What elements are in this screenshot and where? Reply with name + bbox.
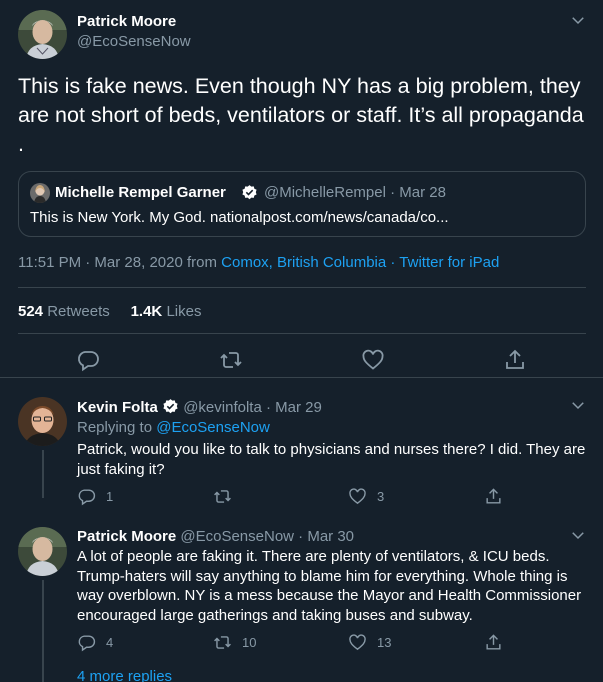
replying-handle-link[interactable]: @EcoSenseNow bbox=[156, 419, 270, 436]
quoted-meta: @MichelleRempel · Mar 28 bbox=[264, 184, 446, 201]
chevron-down-icon[interactable] bbox=[569, 526, 587, 544]
share-action[interactable] bbox=[484, 633, 503, 652]
reply-header: Patrick Moore @EcoSenseNow · Mar 30 bbox=[77, 528, 354, 545]
reply-author-avatar[interactable] bbox=[18, 527, 67, 576]
likes-count: 1.4K bbox=[130, 303, 163, 320]
tweet-meta: 11:51 PM · Mar 28, 2020 from Comox, Brit… bbox=[18, 254, 499, 271]
divider bbox=[18, 287, 586, 288]
replying-to: Replying to @EcoSenseNow bbox=[77, 419, 270, 436]
reply-count: 1 bbox=[106, 489, 114, 504]
verified-badge-icon bbox=[241, 184, 258, 201]
reply-meta: @kevinfolta · Mar 29 bbox=[183, 399, 322, 416]
retweets-count: 524 bbox=[18, 303, 44, 320]
tweet-thread-page: Patrick Moore @EcoSenseNow This is fake … bbox=[0, 0, 603, 682]
retweets-label: Retweets bbox=[47, 303, 110, 320]
chevron-down-icon[interactable] bbox=[569, 396, 587, 414]
share-icon[interactable] bbox=[503, 348, 527, 372]
timestamp: 11:51 PM · Mar 28, 2020 from bbox=[18, 254, 222, 271]
replying-prefix: Replying to bbox=[77, 419, 157, 436]
quoted-author-name: Michelle Rempel Garner bbox=[55, 184, 226, 201]
thread-line bbox=[42, 580, 44, 682]
author-avatar[interactable] bbox=[18, 10, 67, 59]
quoted-text: This is New York. My God. nationalpost.c… bbox=[30, 209, 449, 226]
retweet-count: 10 bbox=[242, 635, 257, 650]
author-handle[interactable]: @EcoSenseNow bbox=[77, 33, 191, 50]
likes-label: Likes bbox=[166, 303, 202, 320]
heart-icon bbox=[348, 633, 367, 652]
reply-meta: @EcoSenseNow · Mar 30 bbox=[180, 528, 355, 545]
reply-icon bbox=[77, 487, 96, 506]
share-icon bbox=[484, 633, 503, 652]
location-link[interactable]: Comox, British Columbia bbox=[221, 254, 386, 271]
heart-icon bbox=[348, 487, 367, 506]
tweet-text: This is fake news. Even though NY has a … bbox=[18, 74, 584, 156]
quoted-author-avatar bbox=[30, 183, 50, 203]
chevron-down-icon[interactable] bbox=[569, 11, 587, 29]
share-icon bbox=[484, 487, 503, 506]
more-replies-link[interactable]: 4 more replies bbox=[77, 668, 172, 682]
meta-separator: · bbox=[386, 254, 400, 271]
share-action[interactable] bbox=[484, 487, 503, 506]
like-count: 3 bbox=[377, 489, 385, 504]
retweet-icon bbox=[213, 487, 232, 506]
retweets-stat[interactable]: 524 Retweets bbox=[18, 303, 110, 320]
like-action[interactable]: 3 bbox=[348, 487, 384, 506]
verified-badge-icon bbox=[162, 398, 179, 415]
reply-icon bbox=[77, 633, 96, 652]
reply-text: Patrick, would you like to talk to physi… bbox=[77, 441, 586, 478]
main-tweet: Patrick Moore @EcoSenseNow This is fake … bbox=[0, 0, 603, 378]
reply-author-name[interactable]: Kevin Folta bbox=[77, 399, 158, 416]
retweet-icon[interactable] bbox=[219, 348, 243, 372]
reply-action[interactable]: 1 bbox=[77, 487, 113, 506]
reply-icon[interactable] bbox=[76, 348, 100, 372]
retweet-action[interactable] bbox=[213, 487, 242, 506]
reply-author-name[interactable]: Patrick Moore bbox=[77, 528, 176, 545]
retweet-action[interactable]: 10 bbox=[213, 633, 256, 652]
reply-author-avatar[interactable] bbox=[18, 397, 67, 446]
tweet-stats: 524 Retweets 1.4K Likes bbox=[18, 303, 201, 320]
source-link[interactable]: Twitter for iPad bbox=[399, 254, 499, 271]
retweet-icon bbox=[213, 633, 232, 652]
quoted-tweet[interactable]: Michelle Rempel Garner @MichelleRempel ·… bbox=[18, 171, 586, 237]
like-count: 13 bbox=[377, 635, 392, 650]
divider bbox=[18, 333, 586, 334]
like-action[interactable]: 13 bbox=[348, 633, 391, 652]
heart-icon[interactable] bbox=[361, 348, 385, 372]
reply-action[interactable]: 4 bbox=[77, 633, 113, 652]
author-name[interactable]: Patrick Moore bbox=[77, 13, 176, 30]
likes-stat[interactable]: 1.4K Likes bbox=[131, 303, 202, 320]
reply-header: Kevin Folta @kevinfolta · Mar 29 bbox=[77, 398, 322, 416]
thread-line bbox=[42, 450, 44, 498]
reply-text: A lot of people are faking it. There are… bbox=[77, 548, 582, 624]
reply-count: 4 bbox=[106, 635, 114, 650]
